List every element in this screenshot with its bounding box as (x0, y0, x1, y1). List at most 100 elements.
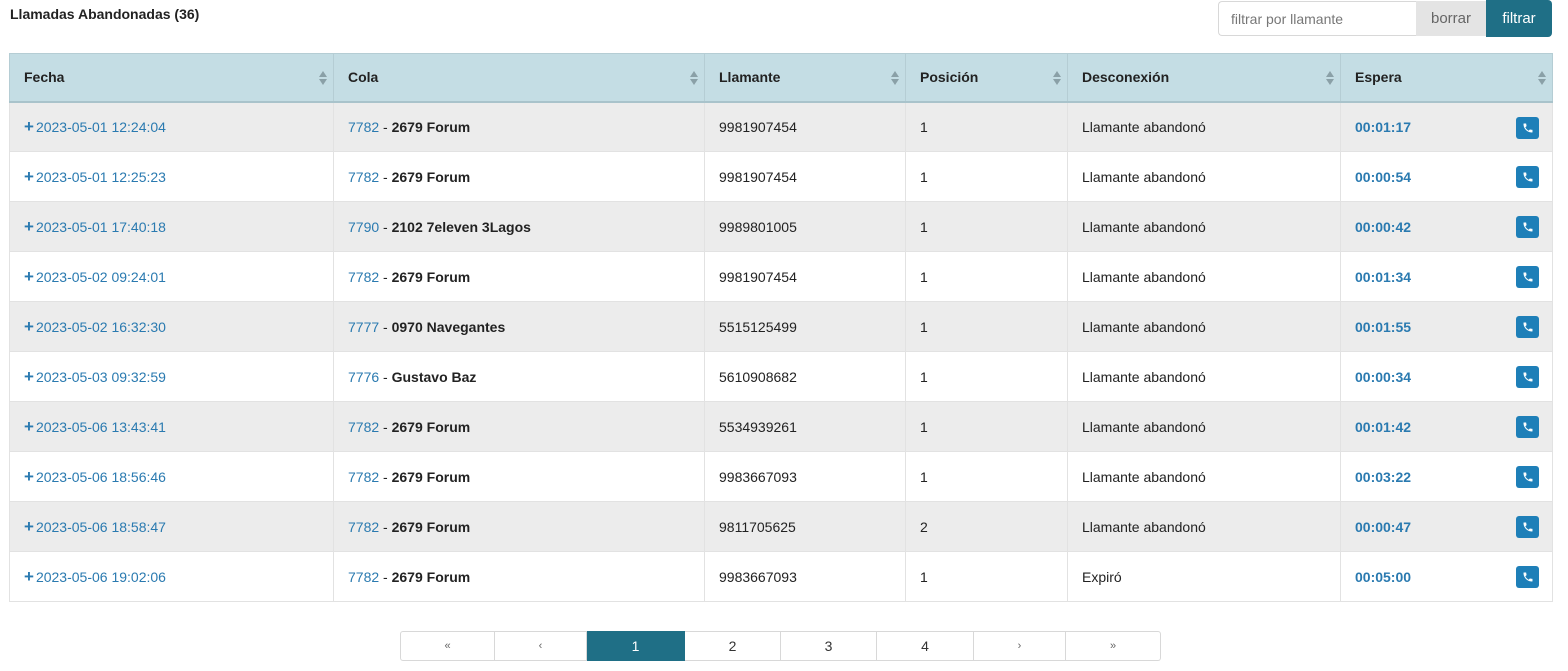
queue-id-link[interactable]: 7790 (348, 219, 379, 235)
cell-fecha: +2023-05-01 12:25:23 (9, 151, 334, 202)
cell-espera: 00:00:42 (1340, 201, 1553, 252)
call-button[interactable] (1516, 316, 1539, 338)
call-button[interactable] (1516, 416, 1539, 438)
queue-id-link[interactable]: 7782 (348, 519, 379, 535)
date-link[interactable]: 2023-05-06 18:56:46 (36, 469, 166, 485)
cell-llamante: 9981907454 (704, 151, 906, 202)
table-row: +2023-05-01 12:24:04 7782 - 2679 Forum 998… (9, 101, 1553, 152)
date-link[interactable]: 2023-05-01 17:40:18 (36, 219, 166, 235)
prev-page-button[interactable]: ‹ (495, 631, 587, 661)
date-link[interactable]: 2023-05-01 12:25:23 (36, 169, 166, 185)
table-row: +2023-05-01 17:40:18 7790 - 2102 7eleven … (9, 201, 1553, 252)
plus-icon[interactable]: + (24, 317, 34, 336)
cell-fecha: +2023-05-01 17:40:18 (9, 201, 334, 252)
sort-icon[interactable] (1326, 71, 1334, 85)
plus-icon[interactable]: + (24, 567, 34, 586)
column-header-fecha[interactable]: Fecha (9, 53, 334, 103)
call-button[interactable] (1516, 216, 1539, 238)
plus-icon[interactable]: + (24, 117, 34, 136)
call-button[interactable] (1516, 466, 1539, 488)
plus-icon[interactable]: + (24, 517, 34, 536)
column-header-desconexion[interactable]: Desconexión (1067, 53, 1341, 103)
call-button[interactable] (1516, 516, 1539, 538)
column-header-cola[interactable]: Cola (333, 53, 705, 103)
cell-desconexion: Expiró (1067, 551, 1341, 602)
queue-id-link[interactable]: 7782 (348, 569, 379, 585)
column-label: Llamante (719, 69, 781, 86)
phone-icon (1522, 371, 1534, 383)
date-link[interactable]: 2023-05-03 09:32:59 (36, 369, 166, 385)
page-3-button[interactable]: 3 (781, 631, 877, 661)
cell-desconexion: Llamante abandonó (1067, 101, 1341, 152)
cell-cola: 7776 - Gustavo Baz (333, 351, 705, 402)
call-button[interactable] (1516, 116, 1539, 139)
sort-icon[interactable] (319, 71, 327, 85)
date-link[interactable]: 2023-05-01 12:24:04 (36, 119, 166, 135)
wait-time: 00:01:34 (1355, 268, 1412, 285)
date-link[interactable]: 2023-05-02 09:24:01 (36, 269, 166, 285)
plus-icon[interactable]: + (24, 267, 34, 286)
next-page-button[interactable]: › (974, 631, 1066, 661)
cell-fecha: +2023-05-02 09:24:01 (9, 251, 334, 302)
cell-cola: 7782 - 2679 Forum (333, 501, 705, 552)
sort-icon[interactable] (891, 71, 899, 85)
call-button[interactable] (1516, 366, 1539, 388)
wait-time: 00:00:42 (1355, 218, 1412, 235)
table-row: +2023-05-02 16:32:30 7777 - 0970 Navegant… (9, 301, 1553, 352)
cell-cola: 7782 - 2679 Forum (333, 101, 705, 152)
last-page-button[interactable]: » (1066, 631, 1161, 661)
cell-espera: 00:01:17 (1340, 101, 1553, 152)
queue-id-link[interactable]: 7776 (348, 369, 379, 385)
cell-desconexion: Llamante abandonó (1067, 451, 1341, 502)
column-header-posicion[interactable]: Posición (905, 53, 1068, 103)
clear-button[interactable]: borrar (1416, 1, 1486, 36)
plus-icon[interactable]: + (24, 467, 34, 486)
sort-icon[interactable] (1538, 71, 1546, 85)
call-button[interactable] (1516, 566, 1539, 588)
cell-llamante: 5515125499 (704, 301, 906, 352)
caller-filter-input[interactable] (1218, 1, 1416, 36)
cell-llamante: 9983667093 (704, 551, 906, 602)
queue-name: 2679 Forum (391, 418, 471, 435)
queue-separator: - (379, 318, 392, 335)
wait-time: 00:05:00 (1355, 568, 1412, 585)
queue-id-link[interactable]: 7782 (348, 419, 379, 435)
column-header-espera[interactable]: Espera (1340, 53, 1553, 103)
cell-cola: 7782 - 2679 Forum (333, 551, 705, 602)
wait-time: 00:03:22 (1355, 468, 1412, 485)
call-button[interactable] (1516, 266, 1539, 288)
cell-posicion: 1 (905, 551, 1068, 602)
queue-separator: - (379, 218, 392, 235)
cell-posicion: 1 (905, 151, 1068, 202)
plus-icon[interactable]: + (24, 167, 34, 186)
date-link[interactable]: 2023-05-06 19:02:06 (36, 569, 166, 585)
table-row: +2023-05-03 09:32:59 7776 - Gustavo Baz 56… (9, 351, 1553, 402)
call-button[interactable] (1516, 166, 1539, 188)
sort-icon[interactable] (690, 71, 698, 85)
table-row: +2023-05-01 12:25:23 7782 - 2679 Forum 998… (9, 151, 1553, 202)
cell-fecha: +2023-05-03 09:32:59 (9, 351, 334, 402)
queue-id-link[interactable]: 7782 (348, 469, 379, 485)
column-header-llamante[interactable]: Llamante (704, 53, 906, 103)
date-link[interactable]: 2023-05-06 13:43:41 (36, 419, 166, 435)
sort-icon[interactable] (1053, 71, 1061, 85)
table-header-row: Fecha Cola Llamante Posición Desconexión… (9, 53, 1553, 103)
queue-id-link[interactable]: 7782 (348, 269, 379, 285)
cell-espera: 00:00:47 (1340, 501, 1553, 552)
page-4-button[interactable]: 4 (877, 631, 974, 661)
filter-button[interactable]: filtrar (1486, 0, 1552, 37)
first-page-button[interactable]: « (400, 631, 495, 661)
plus-icon[interactable]: + (24, 417, 34, 436)
page-2-button[interactable]: 2 (685, 631, 781, 661)
plus-icon[interactable]: + (24, 367, 34, 386)
date-link[interactable]: 2023-05-02 16:32:30 (36, 319, 166, 335)
queue-id-link[interactable]: 7777 (348, 319, 379, 335)
plus-icon[interactable]: + (24, 217, 34, 236)
page-1-button[interactable]: 1 (587, 631, 685, 661)
queue-id-link[interactable]: 7782 (348, 169, 379, 185)
date-link[interactable]: 2023-05-06 18:58:47 (36, 519, 166, 535)
queue-name: 2679 Forum (391, 118, 471, 135)
queue-id-link[interactable]: 7782 (348, 119, 379, 135)
cell-desconexion: Llamante abandonó (1067, 301, 1341, 352)
phone-icon (1522, 221, 1534, 233)
